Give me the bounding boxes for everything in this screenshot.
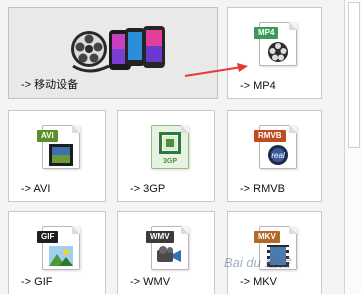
tile-rmvb[interactable]: RMVB real -> RMVB — [227, 110, 322, 202]
tile-avi[interactable]: AVI -> AVI — [8, 110, 106, 202]
watermark: Bai du 经验 — [224, 255, 291, 270]
svg-text:real: real — [271, 151, 285, 160]
tile-label: -> WMV — [130, 276, 171, 288]
mobile-devices-icon — [71, 26, 165, 73]
tile-mp4[interactable]: MP4 -> MP4 — [227, 7, 322, 99]
format-badge: RMVB — [254, 130, 286, 142]
tile-label: -> 3GP — [130, 183, 166, 195]
format-badge: 3GP — [162, 158, 177, 165]
wmv-file-icon: WMV — [146, 226, 189, 270]
format-badge: MKV — [254, 231, 280, 243]
tile-3gp[interactable]: 3GP -> 3GP — [117, 110, 215, 202]
arrow-annotation — [184, 63, 248, 77]
vertical-scrollbar[interactable] — [344, 0, 361, 294]
tile-label: -> 移动设备 — [21, 79, 79, 91]
scrollbar-thumb[interactable] — [348, 2, 360, 148]
tile-mobile-devices[interactable]: -> 移动设备 — [8, 7, 218, 99]
avi-file-icon: AVI — [37, 125, 80, 169]
format-badge: WMV — [146, 231, 174, 243]
format-badge: AVI — [37, 130, 58, 142]
rmvb-file-icon: RMVB real — [254, 125, 297, 169]
tile-label: -> MKV — [240, 276, 277, 288]
tile-label: -> GIF — [21, 276, 53, 288]
format-grid: -> 移动设备 MP4 -> MP4 AVI -> AVI 3GP -> 3GP… — [0, 0, 344, 294]
mp4-file-icon: MP4 — [254, 22, 297, 66]
gif-file-icon: GIF — [37, 226, 80, 270]
tile-label: -> RMVB — [240, 183, 285, 195]
format-badge: MP4 — [254, 27, 279, 39]
tile-wmv[interactable]: WMV -> WMV — [117, 211, 215, 294]
tile-label: -> AVI — [21, 183, 51, 195]
tile-gif[interactable]: GIF -> GIF — [8, 211, 106, 294]
format-badge: GIF — [37, 231, 59, 243]
3gp-file-icon: 3GP — [151, 125, 189, 169]
